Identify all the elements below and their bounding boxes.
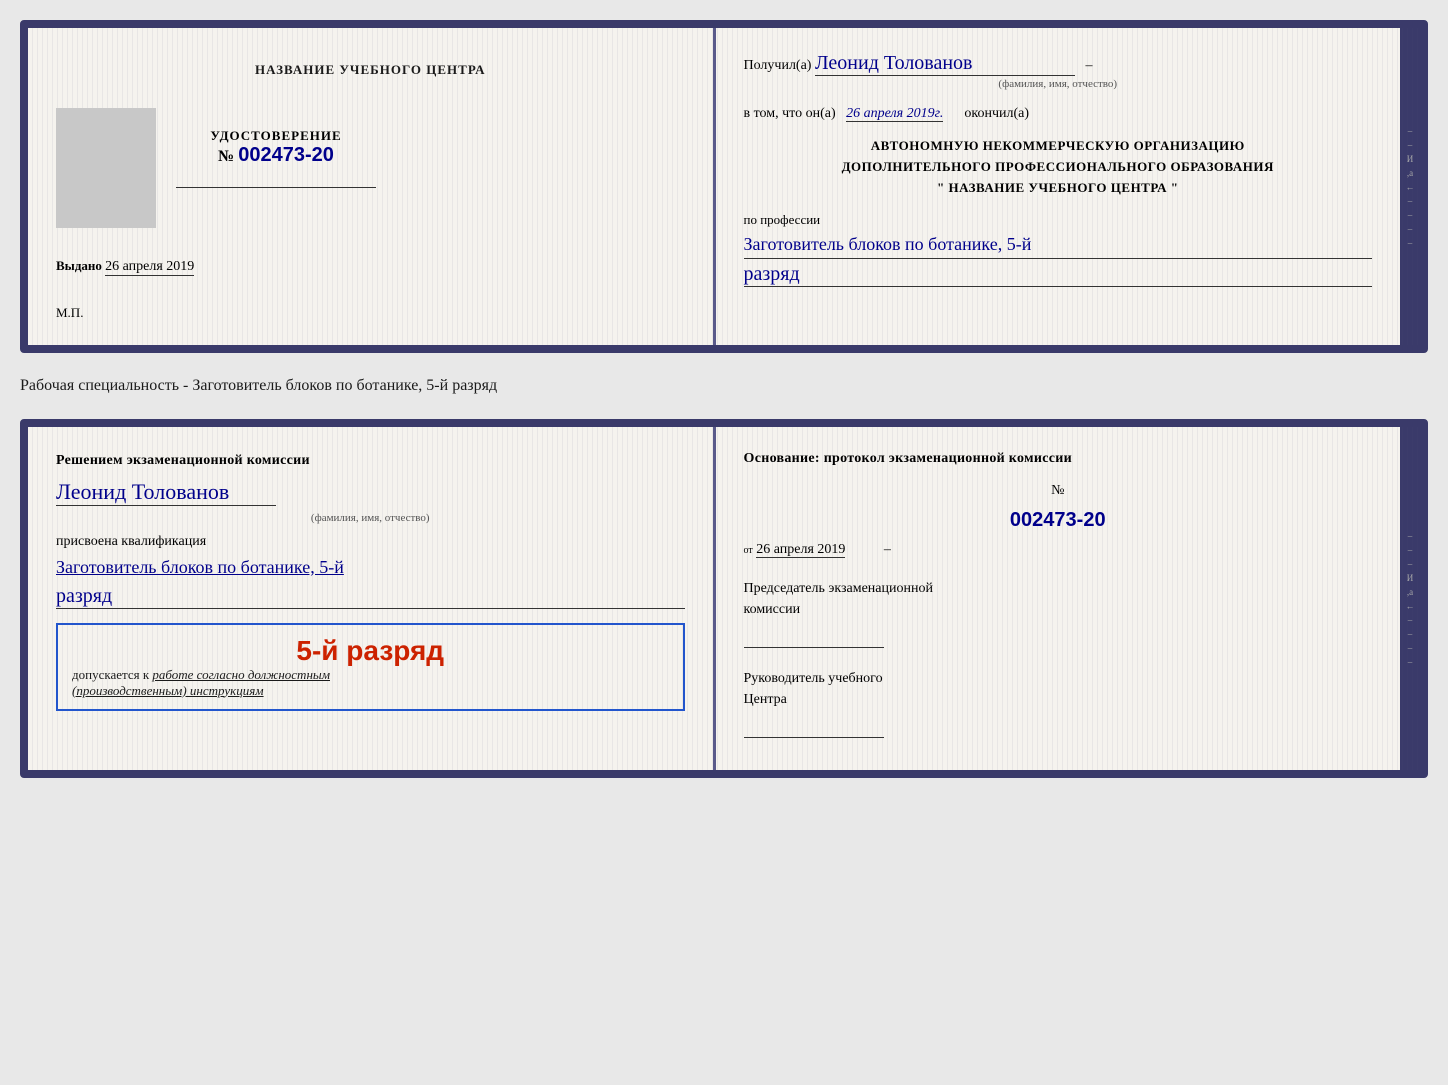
prisvoena-line: присвоена квалификация: [56, 534, 685, 550]
top-doc-left: НАЗВАНИЕ УЧЕБНОГО ЦЕНТРА УДОСТОВЕРЕНИЕ №…: [28, 28, 716, 345]
right-edge-strip: – – И ,а ← – – – –: [1400, 28, 1420, 345]
badge-box: 5-й разряд допускается к работе согласно…: [56, 623, 685, 711]
top-document-card: НАЗВАНИЕ УЧЕБНОГО ЦЕНТРА УДОСТОВЕРЕНИЕ №…: [20, 20, 1428, 353]
bottom-document-card: Решением экзаменационной комиссии Леонид…: [20, 419, 1428, 778]
qualification-value: Заготовитель блоков по ботанике, 5-й: [56, 554, 685, 581]
top-title: НАЗВАНИЕ УЧЕБНОГО ЦЕНТРА: [56, 62, 685, 78]
badge-italic1: работе согласно должностным: [152, 667, 330, 682]
badge-admit: допускается к работе согласно должностны…: [72, 667, 669, 699]
received-block: Получил(а) Леонид Толованов – (фамилия, …: [744, 52, 1373, 90]
issued-date: 26 апреля 2019: [105, 259, 194, 276]
vtom-date: 26 апреля 2019г.: [846, 106, 943, 122]
fio-label: (фамилия, имя, отчество): [744, 78, 1373, 90]
specialty-label: Рабочая специальность - Заготовитель бло…: [20, 369, 1428, 403]
rukov-signature-line: [744, 718, 884, 738]
badge-rank: 5-й разряд: [72, 635, 669, 667]
razryad-bottom: разряд: [56, 585, 685, 609]
badge-italic2: (производственным) инструкциям: [72, 683, 264, 698]
from-date: 26 апреля 2019: [756, 542, 845, 558]
osnov-line: Основание: протокол экзаменационной коми…: [744, 451, 1373, 467]
predsed-line: Председатель экзаменационной комиссии: [744, 578, 1373, 620]
cert-label: УДОСТОВЕРЕНИЕ: [176, 128, 376, 144]
vtom-block: в том, что он(а) 26 апреля 2019г. окончи…: [744, 104, 1373, 122]
cert-no-prefix: №: [218, 148, 234, 165]
protocol-number: 002473-20: [744, 509, 1373, 532]
person-block: Леонид Толованов (фамилия, имя, отчество…: [56, 479, 685, 524]
protocol-block: № 002473-20: [744, 481, 1373, 532]
fio-label-bottom: (фамилия, имя, отчество): [56, 512, 685, 524]
mp-label: М.П.: [56, 305, 685, 321]
vtom-text: в том, что он(а) 26 апреля 2019г. окончи…: [744, 106, 1030, 122]
right-edge-strip-bottom: – – – И ,а ← – – – –: [1400, 427, 1420, 770]
top-doc-right: Получил(а) Леонид Толованов – (фамилия, …: [716, 28, 1401, 345]
profession-label: по профессии: [744, 212, 1373, 228]
decision-line: Решением экзаменационной комиссии: [56, 451, 685, 471]
org-block: АВТОНОМНУЮ НЕКОММЕРЧЕСКУЮ ОРГАНИЗАЦИЮ ДО…: [744, 136, 1373, 198]
profession-value: Заготовитель блоков по ботанике, 5-й: [744, 232, 1373, 258]
cert-number-block: УДОСТОВЕРЕНИЕ № 002473-20: [176, 128, 376, 167]
bottom-doc-left: Решением экзаменационной комиссии Леонид…: [28, 427, 716, 770]
predsed-signature-line: [744, 628, 884, 648]
received-name: Леонид Толованов: [815, 52, 1075, 76]
photo-placeholder: [56, 108, 156, 228]
issued-line: Выдано 26 апреля 2019: [56, 258, 685, 275]
from-date-line: от 26 апреля 2019 –: [744, 542, 1373, 558]
rukov-line: Руководитель учебного Центра: [744, 668, 1373, 710]
cert-no: 002473-20: [238, 144, 334, 166]
razryad-value: разряд: [744, 263, 1373, 287]
person-name-bottom: Леонид Толованов: [56, 479, 276, 506]
bottom-doc-right: Основание: протокол экзаменационной коми…: [716, 427, 1401, 770]
okoncil: окончил(а): [964, 106, 1029, 121]
cert-block: УДОСТОВЕРЕНИЕ № 002473-20: [176, 108, 376, 188]
page-wrapper: НАЗВАНИЕ УЧЕБНОГО ЦЕНТРА УДОСТОВЕРЕНИЕ №…: [20, 20, 1428, 778]
received-prefix: Получил(а) Леонид Толованов –: [744, 58, 1093, 73]
